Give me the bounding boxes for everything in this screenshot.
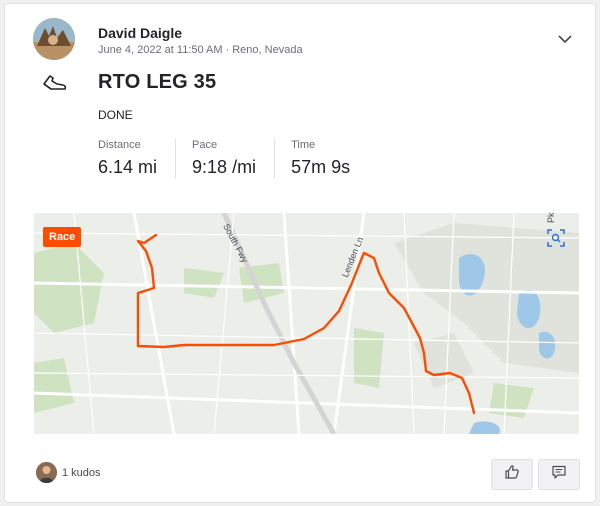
- activity-title[interactable]: RTO LEG 35: [98, 71, 216, 94]
- stat-label: Distance: [98, 139, 141, 151]
- stat-label: Pace: [192, 139, 218, 151]
- stat-time: Time 57m 9s: [291, 139, 368, 179]
- thumbs-up-icon: [504, 464, 520, 485]
- kudos-avatar[interactable]: [36, 462, 57, 483]
- athlete-name[interactable]: David Daigle: [98, 25, 182, 41]
- activity-stats: Distance 6.14 mi Pace 9:18 /mi Time 57m …: [98, 139, 384, 179]
- stat-pace: Pace 9:18 /mi: [192, 139, 276, 179]
- kudos-summary[interactable]: 1 kudos: [36, 462, 101, 483]
- road-label-park: Pk: [546, 213, 556, 223]
- stat-label: Time: [291, 139, 316, 151]
- stat-value: 9:18 /mi: [192, 157, 257, 177]
- map-background: [34, 213, 579, 434]
- activity-date: June 4, 2022 at 11:50 AM: [98, 44, 223, 56]
- run-shoe-icon: [41, 70, 69, 94]
- activity-location: Reno, Nevada: [232, 44, 303, 56]
- athlete-avatar[interactable]: [33, 18, 75, 60]
- activity-description: DONE: [98, 108, 133, 122]
- comment-button[interactable]: [538, 459, 580, 490]
- map-expand-icon[interactable]: [546, 228, 566, 248]
- activity-meta: June 4, 2022 at 11:50 AM · Reno, Nevada: [98, 44, 303, 56]
- stat-value: 57m 9s: [291, 157, 351, 177]
- stat-value: 6.14 mi: [98, 157, 158, 177]
- activity-card: David Daigle June 4, 2022 at 11:50 AM · Re…: [4, 3, 596, 503]
- meta-separator: ·: [225, 44, 230, 56]
- stat-distance: Distance 6.14 mi: [98, 139, 177, 179]
- comment-icon: [551, 464, 567, 485]
- give-kudos-button[interactable]: [491, 459, 533, 490]
- route-map[interactable]: Race South Fwy Lenden Ln Pk: [34, 213, 579, 434]
- kudos-count[interactable]: 1 kudos: [62, 467, 101, 479]
- chevron-down-icon[interactable]: [555, 29, 575, 49]
- race-badge: Race: [43, 227, 82, 247]
